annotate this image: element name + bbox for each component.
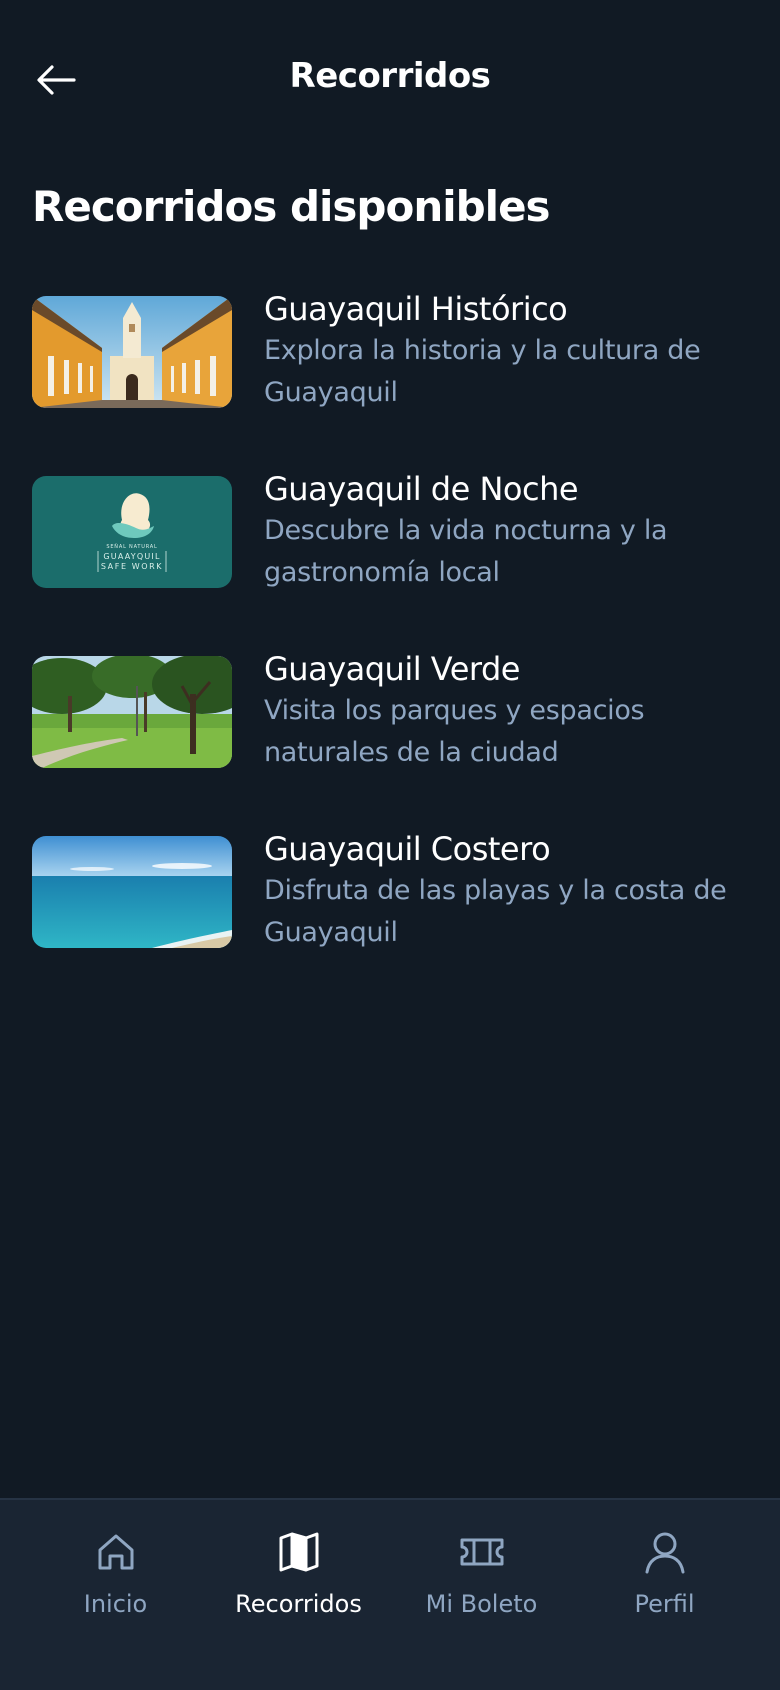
home-icon: [98, 1534, 133, 1570]
page-title: Recorridos: [289, 56, 491, 96]
svg-text:GUAAYQUIL: GUAAYQUIL: [103, 552, 160, 561]
nav-item-recorridos[interactable]: Recorridos: [207, 1500, 390, 1690]
tour-title: Guayaquil Histórico: [264, 290, 568, 328]
green-park-image: [32, 656, 232, 768]
tour-description: Explora la historia y la cultura de Guay…: [264, 335, 701, 408]
tour-item-noche[interactable]: SEÑAL NATURAL GUAAYQUIL SAFE WORK Guayaq…: [32, 470, 752, 656]
tour-description: Disfruta de las playas y la costa de Gua…: [264, 875, 727, 948]
tour-title: Guayaquil Costero: [264, 830, 551, 868]
tour-list: Guayaquil Histórico Explora la historia …: [32, 290, 752, 1016]
tour-item-verde[interactable]: Guayaquil Verde Visita los parques y esp…: [32, 650, 752, 836]
nav-item-mi-boleto[interactable]: Mi Boleto: [390, 1500, 573, 1690]
tour-title: Guayaquil de Noche: [264, 470, 579, 508]
bottom-navigation: Inicio Recorridos Mi Boleto Perfil: [0, 1498, 780, 1690]
ocean-beach-image: [32, 836, 232, 948]
nav-label: Mi Boleto: [425, 1590, 538, 1618]
nav-label: Perfil: [634, 1590, 695, 1618]
svg-text:SAFE WORK: SAFE WORK: [101, 562, 163, 571]
tour-title: Guayaquil Verde: [264, 650, 520, 688]
colonial-church-street-image: [32, 296, 232, 408]
tour-item-historico[interactable]: Guayaquil Histórico Explora la historia …: [32, 290, 752, 476]
nav-item-inicio[interactable]: Inicio: [24, 1500, 207, 1690]
nav-label: Inicio: [83, 1590, 148, 1618]
map-icon: [279, 1532, 318, 1572]
tour-item-costero[interactable]: Guayaquil Costero Disfruta de las playas…: [32, 830, 752, 1016]
nav-label: Recorridos: [235, 1590, 362, 1618]
section-heading: Recorridos disponibles: [32, 182, 551, 231]
nav-item-perfil[interactable]: Perfil: [573, 1500, 756, 1690]
ticket-icon: [460, 1538, 503, 1566]
user-icon: [645, 1532, 684, 1574]
tour-description: Visita los parques y espacios naturales …: [264, 695, 645, 768]
svg-text:SEÑAL NATURAL: SEÑAL NATURAL: [106, 543, 157, 550]
teal-logo-image: SEÑAL NATURAL GUAAYQUIL SAFE WORK: [32, 476, 232, 588]
top-bar: Recorridos: [0, 0, 780, 160]
tour-description: Descubre la vida nocturna y la gastronom…: [264, 515, 668, 588]
